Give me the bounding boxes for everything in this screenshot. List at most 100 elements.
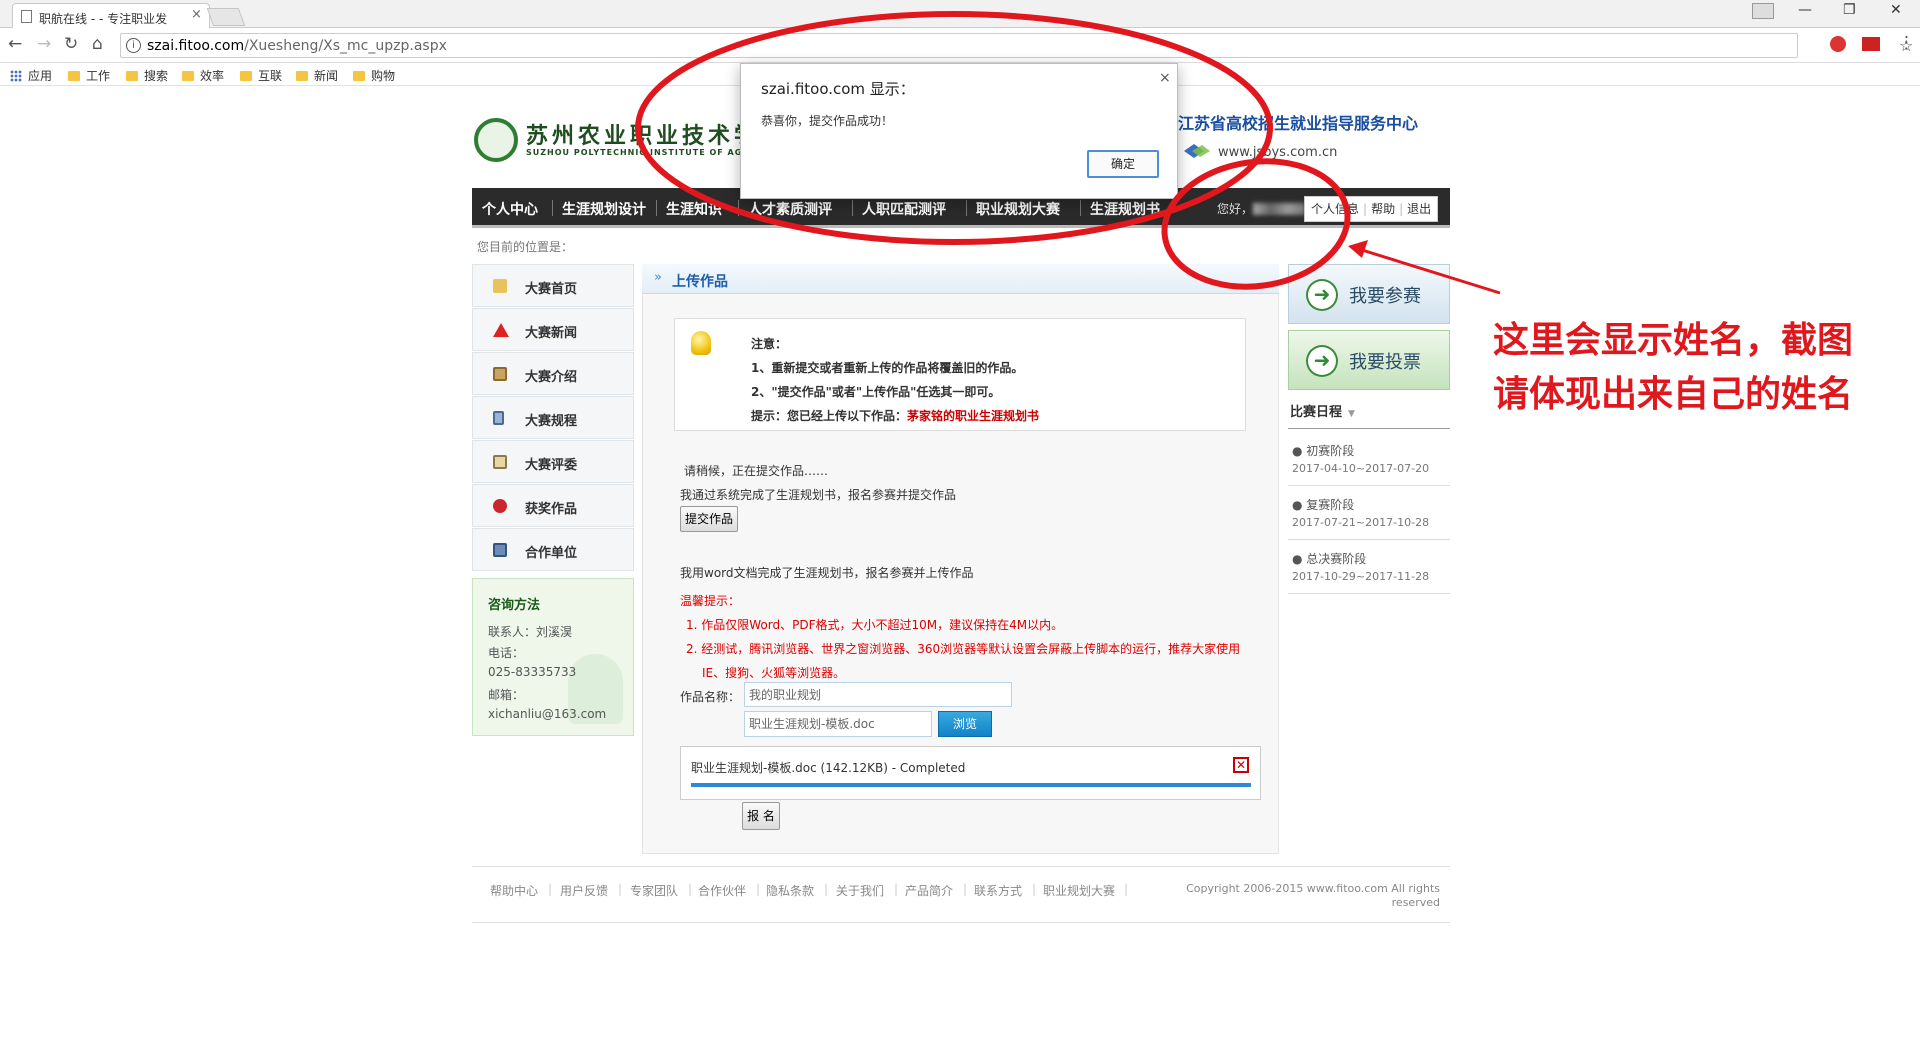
sidebar-item-contest-judges[interactable]: 大赛评委 [472, 440, 634, 483]
sidebar-item-contest-news[interactable]: 大赛新闻 [472, 308, 634, 351]
bookmark-folder[interactable]: 效率 [182, 67, 224, 84]
footer-link-contact[interactable]: 联系方式 [974, 882, 1022, 899]
nav-job-matching[interactable]: 人职匹配测评 [862, 199, 946, 219]
bookmark-folder[interactable]: 购物 [353, 67, 395, 84]
nav-career-plan-book[interactable]: 生涯规划书 [1090, 199, 1160, 219]
footer-separator: | [548, 882, 553, 896]
folder-icon [182, 71, 194, 81]
nav-career-knowledge[interactable]: 生涯知识 [666, 199, 722, 219]
reload-icon[interactable]: ↻ [64, 34, 78, 54]
bookmark-folder[interactable]: 搜索 [126, 67, 168, 84]
profile-icon[interactable] [1752, 3, 1774, 19]
uploaded-work-link[interactable]: 茅家铭的职业生涯规划书 [907, 409, 1039, 423]
sidebar-item-award-works[interactable]: 获奖作品 [472, 484, 634, 527]
partner-title: 江苏省高校招生就业指导服务中心 [1178, 114, 1419, 133]
nav-career-design[interactable]: 生涯规划设计 [562, 199, 646, 219]
maximize-icon[interactable]: ❐ [1843, 2, 1856, 18]
footer-link-experts[interactable]: 专家团队 [630, 882, 678, 899]
nav-career-contest[interactable]: 职业规划大赛 [976, 199, 1060, 219]
footer-link-contest[interactable]: 职业规划大赛 [1043, 882, 1115, 899]
link-help[interactable]: 帮助 [1371, 202, 1395, 216]
section-title: 上传作品 [672, 274, 728, 290]
browse-button[interactable]: 浏览 [938, 711, 992, 737]
sidebar-item-partners[interactable]: 合作单位 [472, 528, 634, 571]
sidebar-item-contest-home[interactable]: 大赛首页 [472, 264, 634, 307]
nav-talent-assessment[interactable]: 人才素质测评 [748, 199, 832, 219]
stage-dates: 2017-04-10~2017-07-20 [1292, 462, 1430, 475]
extension-icon[interactable] [1830, 36, 1846, 52]
file-path-input[interactable]: 职业生涯规划-模板.doc [744, 711, 932, 737]
waiting-text: 请稍候，正在提交作品…… [684, 464, 829, 478]
footer-link-about[interactable]: 关于我们 [836, 882, 884, 899]
vote-button[interactable]: ➜ 我要投票 [1288, 330, 1450, 390]
footer-link-feedback[interactable]: 用户反馈 [560, 882, 608, 899]
computers-icon [493, 543, 507, 557]
dialog-ok-button[interactable]: 确定 [1087, 150, 1159, 178]
school-logo [474, 118, 518, 162]
schedule-divider [1288, 428, 1450, 429]
link-logout[interactable]: 退出 [1407, 202, 1431, 216]
home-icon[interactable]: ⌂ [92, 34, 103, 54]
join-contest-button[interactable]: ➜ 我要参赛 [1288, 264, 1450, 324]
footer-link-products[interactable]: 产品简介 [905, 882, 953, 899]
menu-icon[interactable]: ⋮ [1898, 33, 1915, 53]
extension-icon[interactable] [1862, 37, 1880, 51]
id-card-icon [493, 455, 507, 469]
contact-email: xichanliu@163.com [488, 707, 607, 721]
forward-icon[interactable]: → [37, 34, 51, 54]
browser-tabbar: 职航在线 - - 专注职业发 × — ❐ ✕ [0, 0, 1920, 29]
partner-url[interactable]: www.jsbys.com.cn [1218, 145, 1337, 160]
dialog-close-icon[interactable]: × [1159, 70, 1171, 86]
footer-separator: | [963, 882, 968, 896]
sidebar-item-contest-intro[interactable]: 大赛介绍 [472, 352, 634, 395]
upload-status: 职业生涯规划-模板.doc (142.12KB) - Completed [691, 761, 966, 775]
address-bar[interactable]: i szai.fitoo.com/Xuesheng/Xs_mc_upzp.asp… [120, 33, 1913, 58]
annotation-text: 这里会显示姓名，截图 请体现出来自己的姓名 [1493, 314, 1853, 422]
footer-separator: | [688, 882, 693, 896]
tab-close-icon[interactable]: × [191, 7, 202, 22]
clipboard-icon [493, 367, 507, 381]
notice-line-1: 1、重新提交或者重新上传的作品将覆盖旧的作品。 [751, 361, 1024, 375]
footer-link-help[interactable]: 帮助中心 [490, 882, 538, 899]
bookmark-folder[interactable]: 互联 [240, 67, 282, 84]
footer-link-partners[interactable]: 合作伙伴 [698, 882, 746, 899]
stage-dates: 2017-10-29~2017-11-28 [1292, 570, 1430, 583]
system-option-text: 我通过系统完成了生涯规划书，报名参赛并提交作品 [680, 488, 957, 502]
nav-separator [966, 200, 967, 216]
notice-box: 注意： 1、重新提交或者重新上传的作品将覆盖旧的作品。 2、"提交作品"或者"上… [674, 318, 1246, 431]
remove-file-icon[interactable]: ✕ [1233, 757, 1249, 773]
schedule-divider [1288, 485, 1450, 486]
minimize-icon[interactable]: — [1798, 2, 1812, 18]
nav-personal-center[interactable]: 个人中心 [482, 199, 538, 219]
footer-link-privacy[interactable]: 隐私条款 [766, 882, 814, 899]
bookmark-folder[interactable]: 工作 [68, 67, 110, 84]
footer-separator: | [824, 882, 829, 896]
link-personal-info[interactable]: 个人信息 [1311, 202, 1359, 216]
bookmark-apps[interactable]: 应用 [10, 67, 52, 84]
notice-line-2: 2、"提交作品"或者"上传作品"任选其一即可。 [751, 385, 1001, 399]
user-links: 个人信息 | 帮助 | 退出 [1304, 196, 1439, 222]
work-name-label: 作品名称： [680, 690, 741, 704]
footer-bottom-line [472, 922, 1450, 923]
footer-separator: | [618, 882, 623, 896]
alert-dialog: szai.fitoo.com 显示： × 恭喜你，提交作品成功！ 确定 [740, 63, 1178, 199]
info-icon[interactable]: i [126, 38, 141, 53]
schedule-divider [1288, 593, 1450, 594]
sidebar-item-contest-rules[interactable]: 大赛规程 [472, 396, 634, 439]
browser-tab[interactable]: 职航在线 - - 专注职业发 × [12, 3, 210, 29]
bookmark-folder[interactable]: 新闻 [296, 67, 338, 84]
tab-title: 职航在线 - - 专注职业发 [39, 12, 168, 26]
notice-title: 注意： [751, 337, 788, 351]
close-window-icon[interactable]: ✕ [1890, 2, 1902, 18]
footer-top-line [472, 866, 1450, 867]
copyright: Copyright 2006-2015 www.fitoo.com All ri… [1186, 882, 1440, 909]
stage-name: ● 复赛阶段 [1292, 498, 1355, 512]
back-icon[interactable]: ← [8, 34, 22, 54]
upload-progress-bar [691, 783, 1251, 787]
signup-button[interactable]: 报 名 [742, 802, 780, 830]
dialog-message: 恭喜你，提交作品成功！ [761, 114, 894, 128]
new-tab-button[interactable] [206, 8, 246, 26]
work-name-input[interactable]: 我的职业规划 [744, 682, 1012, 707]
tip-2-cont: IE、搜狗、火狐等浏览器。 [702, 666, 846, 680]
submit-work-button[interactable]: 提交作品 [680, 506, 738, 532]
